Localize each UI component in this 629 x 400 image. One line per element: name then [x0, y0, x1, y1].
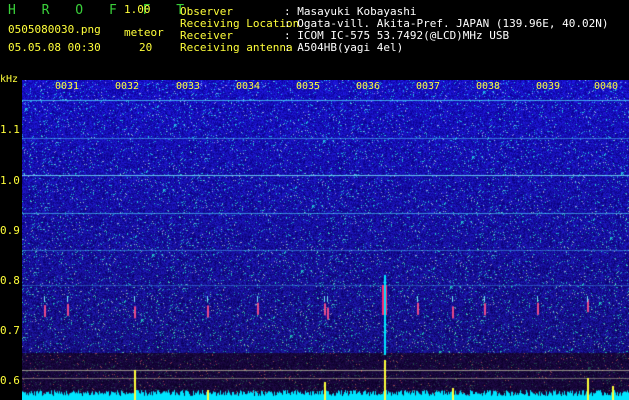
minute-label-0038: 0038	[476, 81, 501, 92]
app-version: 1.00	[124, 3, 151, 16]
meteor-label: meteor	[124, 26, 164, 39]
minute-label-0031: 0031	[55, 81, 80, 92]
minute-label-0032: 0032	[115, 81, 140, 92]
freq-label-0-6: 0.6	[0, 374, 20, 387]
info-value-receiver: : ICOM IC-575 53.7492(@LCD)MHz USB	[284, 29, 510, 42]
meteor-count: 20	[139, 41, 153, 54]
freq-label-1-0: 1.0	[0, 174, 20, 187]
minute-label-0034: 0034	[236, 81, 261, 92]
freq-label-1-1: 1.1	[0, 123, 20, 136]
freq-label-0-9: 0.9	[0, 224, 20, 237]
freq-label-0-8: 0.8	[0, 274, 20, 287]
minute-label-0040: 0040	[594, 81, 619, 92]
info-label-receiver: Receiver	[180, 29, 233, 42]
info-value-observer: : Masayuki Kobayashi	[284, 5, 417, 18]
app-title: H R O F F T	[8, 3, 194, 18]
file-name: 0505080030.png	[8, 23, 101, 36]
info-label-antenna: Receiving antenna	[180, 41, 293, 54]
info-value-antenna: : A504HB(yagi 4el)	[284, 41, 404, 54]
axis-unit-label: kHz	[0, 74, 19, 85]
minute-label-0039: 0039	[536, 81, 561, 92]
date-time: 05.05.08 00:30	[8, 41, 101, 54]
info-label-observer: Observer	[180, 5, 233, 18]
minute-label-0035: 0035	[296, 81, 321, 92]
freq-label-0-7: 0.7	[0, 324, 20, 337]
info-label-location: Receiving Location	[180, 17, 300, 30]
spectrogram-canvas	[22, 80, 629, 400]
info-value-location: : Ogata-vill. Akita-Pref. JAPAN (139.96E…	[284, 17, 609, 30]
minute-label-0036: 0036	[356, 81, 381, 92]
minute-label-0033: 0033	[176, 81, 201, 92]
minute-label-0037: 0037	[416, 81, 441, 92]
